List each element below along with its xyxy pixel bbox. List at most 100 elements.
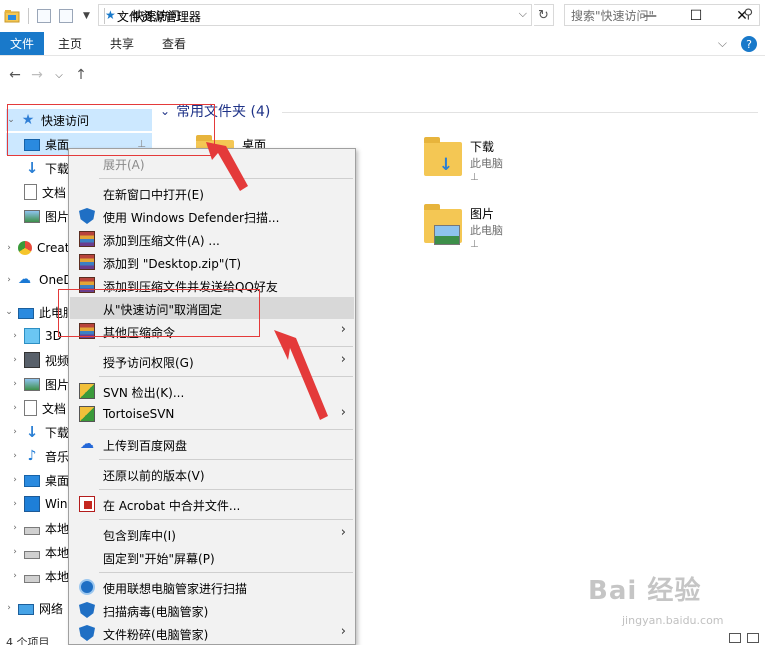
menu-item-label: 添加到 "Desktop.zip"(T) bbox=[103, 257, 242, 271]
acrobat-icon bbox=[79, 496, 95, 512]
winrar-icon bbox=[79, 254, 95, 270]
menu-item-virus-scan[interactable]: 扫描病毒(电脑管家) bbox=[70, 599, 354, 621]
nav-downloads[interactable]: ↓ 下载 bbox=[24, 157, 69, 179]
new-folder-icon[interactable] bbox=[59, 9, 73, 23]
nav-pc-pictures[interactable]: › 图片 bbox=[10, 373, 69, 395]
expand-arrow-icon[interactable]: › bbox=[4, 275, 14, 285]
nav-network[interactable]: › 网络 bbox=[4, 597, 63, 619]
menu-item-svn-checkout[interactable]: SVN 检出(K)... bbox=[70, 380, 354, 402]
quick-access-star-icon: ★ bbox=[105, 8, 116, 22]
menu-item-add-archive[interactable]: 添加到压缩文件(A) ... bbox=[70, 228, 354, 250]
expand-arrow-icon[interactable]: › bbox=[10, 451, 20, 461]
nav-pc-local-drive-3[interactable]: › 本地 bbox=[10, 565, 69, 587]
nav-onedrive[interactable]: › ☁ OneD bbox=[4, 269, 73, 291]
pin-icon: ⊥ bbox=[470, 239, 479, 250]
up-button[interactable]: ↑ bbox=[70, 67, 92, 83]
expand-ribbon-icon[interactable]: ⌵ bbox=[718, 36, 727, 52]
tab-home[interactable]: 主页 bbox=[44, 32, 96, 55]
address-bar[interactable]: ★ › 快速访问 ⌵ bbox=[98, 4, 532, 26]
music-icon: ♪ bbox=[27, 448, 37, 464]
nav-pc-music[interactable]: › ♪ 音乐 bbox=[10, 445, 69, 467]
expand-arrow-icon[interactable]: › bbox=[4, 243, 14, 253]
forward-button[interactable]: → bbox=[26, 67, 48, 83]
view-toggle bbox=[729, 633, 759, 643]
download-icon: ↓ bbox=[25, 159, 39, 177]
menu-item-baidu-upload[interactable]: ☁ 上传到百度网盘 bbox=[70, 433, 354, 455]
expand-arrow-icon[interactable]: › bbox=[4, 603, 14, 613]
expand-arrow-icon[interactable]: › bbox=[10, 331, 20, 341]
refresh-button[interactable]: ↻ bbox=[534, 4, 554, 26]
menu-item-include-library[interactable]: 包含到库中(I) › bbox=[70, 523, 354, 545]
back-button[interactable]: ← bbox=[4, 67, 26, 83]
menu-item-acrobat-combine[interactable]: 在 Acrobat 中合并文件... bbox=[70, 493, 354, 515]
address-row: ← → ⌵ ↑ bbox=[0, 60, 765, 90]
breadcrumb-chevron-icon[interactable]: › bbox=[120, 10, 124, 21]
video-icon bbox=[24, 352, 40, 368]
folder-icon bbox=[424, 204, 462, 245]
search-input[interactable]: 搜索"快速访问" ⚲ bbox=[564, 4, 760, 26]
nav-documents[interactable]: 文档 bbox=[24, 181, 66, 203]
menu-item-label: 文件粉碎(电脑管家) bbox=[103, 628, 209, 642]
tab-view[interactable]: 查看 bbox=[148, 32, 200, 55]
expand-arrow-icon[interactable]: › bbox=[10, 403, 20, 413]
menu-item-defender-scan[interactable]: 使用 Windows Defender扫描... bbox=[70, 205, 354, 227]
menu-item-open-new-window[interactable]: 在新窗口中打开(E) bbox=[70, 182, 354, 204]
help-icon[interactable]: ? bbox=[741, 36, 757, 52]
tiles-view-icon[interactable] bbox=[747, 633, 759, 643]
folder-tile-downloads[interactable]: ↓ 下载 此电脑 ⊥ bbox=[424, 137, 624, 202]
menu-item-lenovo-scan[interactable]: 使用联想电脑管家进行扫描 bbox=[70, 576, 354, 598]
properties-icon[interactable] bbox=[37, 9, 51, 23]
submenu-arrow-icon: › bbox=[340, 405, 346, 420]
expand-arrow-icon[interactable]: › bbox=[10, 379, 20, 389]
nav-pc-music-label: 音乐 bbox=[45, 449, 70, 464]
menu-item-restore-versions[interactable]: 还原以前的版本(V) bbox=[70, 463, 354, 485]
menu-item-label: 使用 Windows Defender扫描... bbox=[103, 211, 280, 225]
creative-cloud-icon bbox=[18, 241, 32, 255]
expand-arrow-icon[interactable]: › bbox=[10, 475, 20, 485]
nav-pc-pictures-label: 图片 bbox=[45, 377, 70, 392]
nav-pc-local-drive-1[interactable]: › 本地 bbox=[10, 517, 69, 539]
download-icon: ↓ bbox=[25, 423, 39, 441]
tortoisesvn-icon bbox=[79, 406, 95, 422]
nav-pictures[interactable]: 图片 bbox=[24, 205, 69, 227]
windows-defender-icon bbox=[79, 208, 95, 224]
nav-pc-local-drive-2[interactable]: › 本地 bbox=[10, 541, 69, 563]
menu-item-tortoisesvn[interactable]: TortoiseSVN › bbox=[70, 403, 354, 425]
search-icon[interactable]: ⚲ bbox=[743, 7, 753, 22]
expand-arrow-icon[interactable]: › bbox=[10, 499, 20, 509]
nav-creative-cloud[interactable]: › Creat bbox=[4, 237, 70, 259]
details-view-icon[interactable] bbox=[729, 633, 741, 643]
menu-item-pin-start[interactable]: 固定到"开始"屏幕(P) bbox=[70, 546, 354, 568]
customize-quick-access-icon[interactable]: ▼ bbox=[83, 11, 90, 21]
pc-manager-icon bbox=[79, 602, 95, 618]
3d-objects-icon bbox=[24, 328, 40, 344]
svn-checkout-icon bbox=[79, 383, 95, 399]
menu-item-add-desktop-zip[interactable]: 添加到 "Desktop.zip"(T) bbox=[70, 251, 354, 273]
expand-arrow-icon[interactable]: › bbox=[10, 547, 20, 557]
menu-item-label: 在新窗口中打开(E) bbox=[103, 188, 204, 202]
recent-locations-button[interactable]: ⌵ bbox=[48, 70, 70, 81]
nav-pc-windows-drive[interactable]: › Win bbox=[10, 493, 68, 515]
menu-item-grant-access[interactable]: 授予访问权限(G) › bbox=[70, 350, 354, 372]
collapse-arrow-icon[interactable]: ⌄ bbox=[4, 307, 14, 317]
nav-pc-downloads[interactable]: › ↓ 下载 bbox=[10, 421, 69, 443]
desktop-icon bbox=[24, 475, 40, 487]
expand-arrow-icon[interactable]: › bbox=[10, 355, 20, 365]
nav-pc-3d[interactable]: › 3D bbox=[10, 325, 62, 347]
nav-pc-desktop[interactable]: › 桌面 bbox=[10, 469, 69, 491]
expand-arrow-icon[interactable]: › bbox=[10, 571, 20, 581]
expand-arrow-icon[interactable]: › bbox=[10, 427, 20, 437]
nav-pc-desktop-label: 桌面 bbox=[45, 473, 70, 488]
menu-item-file-shred[interactable]: 文件粉碎(电脑管家) › bbox=[70, 622, 354, 644]
nav-pc-videos[interactable]: › 视频 bbox=[10, 349, 69, 371]
pin-icon: ⊥ bbox=[470, 172, 479, 183]
address-dropdown-icon[interactable]: ⌵ bbox=[519, 7, 527, 21]
menu-item-label: 固定到"开始"屏幕(P) bbox=[103, 552, 215, 566]
address-location[interactable]: 快速访问 bbox=[132, 7, 180, 24]
nav-pc-documents[interactable]: › 文档 bbox=[10, 397, 66, 419]
tab-share[interactable]: 共享 bbox=[96, 32, 148, 55]
explorer-app-icon[interactable] bbox=[4, 8, 20, 24]
folder-tile-pictures[interactable]: 图片 此电脑 ⊥ bbox=[424, 204, 624, 269]
tab-file[interactable]: 文件 bbox=[0, 32, 44, 55]
expand-arrow-icon[interactable]: › bbox=[10, 523, 20, 533]
